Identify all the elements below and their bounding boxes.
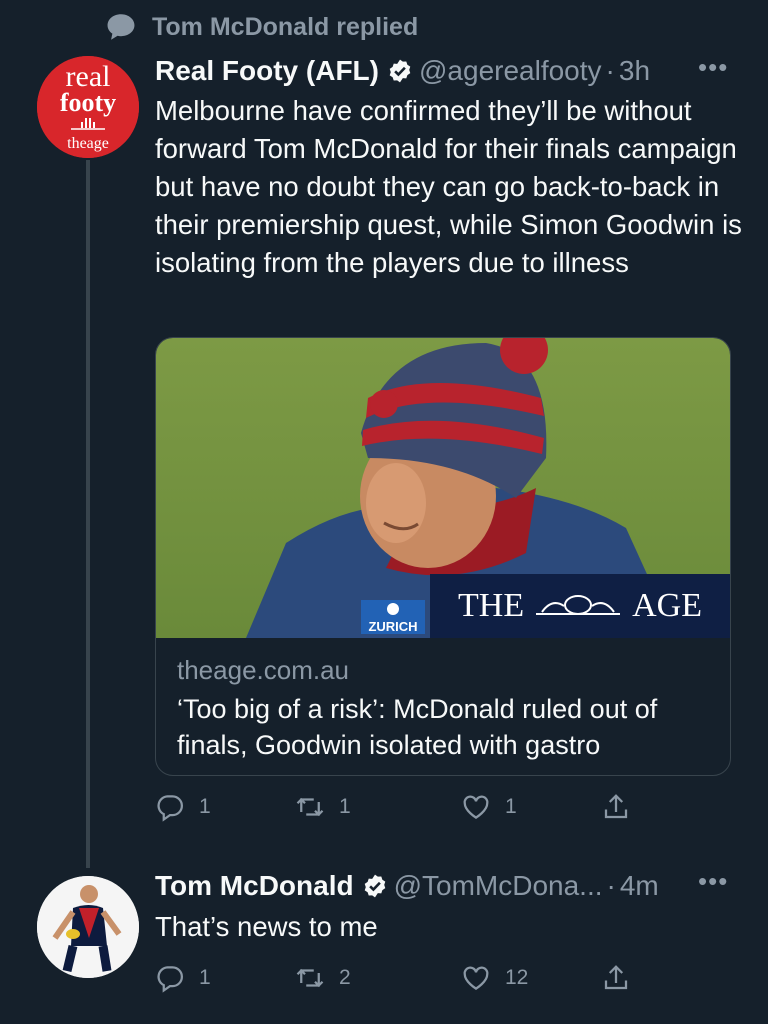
replied-header: Tom McDonald replied <box>104 10 418 44</box>
the-age-right: AGE <box>632 587 702 624</box>
like-button[interactable]: 12 <box>461 963 601 993</box>
reply-button[interactable]: 1 <box>155 792 295 822</box>
reply-button[interactable]: 1 <box>155 963 295 993</box>
separator-dot: · <box>605 55 615 86</box>
retweet-count: 2 <box>339 966 351 989</box>
tweet2-text: That’s news to me <box>155 911 378 942</box>
share-icon <box>604 965 628 990</box>
heart-icon <box>463 795 489 819</box>
reply-count: 1 <box>199 795 211 818</box>
author-handle[interactable]: @TomMcDona... <box>394 870 603 902</box>
share-button[interactable] <box>601 963 645 993</box>
author-name[interactable]: Tom McDonald <box>155 870 354 902</box>
tweet2-header: Tom McDonald @TomMcDona... · 4m <box>155 866 659 906</box>
tweet2-actions: 1 2 12 <box>155 958 645 998</box>
retweet-icon <box>296 968 324 988</box>
share-button[interactable] <box>601 792 645 822</box>
author-name[interactable]: Real Footy (AFL) <box>155 55 379 87</box>
tweet-timestamp[interactable]: 4m <box>620 870 659 902</box>
tom-mcdonald-avatar[interactable] <box>37 876 139 978</box>
more-options-icon[interactable]: ••• <box>698 866 728 897</box>
retweet-button[interactable]: 1 <box>295 792 461 822</box>
crest-icon <box>536 595 621 615</box>
reply-icon <box>157 795 183 822</box>
like-button[interactable]: 1 <box>461 792 601 822</box>
replied-label: Tom McDonald replied <box>152 12 419 41</box>
heart-icon <box>463 966 489 990</box>
retweet-count: 1 <box>339 795 351 818</box>
link-preview-card[interactable]: ZURICH THE AGE theage.com.au ‘Too big of… <box>155 337 731 776</box>
like-count: 12 <box>505 966 529 989</box>
tweet1-actions: 1 1 1 <box>155 787 645 827</box>
svg-text:ZURICH: ZURICH <box>368 619 417 634</box>
verified-badge-icon <box>389 59 411 83</box>
retweet-button[interactable]: 2 <box>295 963 461 993</box>
svg-text:theage: theage <box>67 135 109 152</box>
retweet-icon <box>296 797 324 817</box>
speech-bubble-icon <box>107 14 135 40</box>
card-domain: theage.com.au <box>177 655 350 685</box>
separator-dot: · <box>606 870 616 901</box>
more-options-icon[interactable]: ••• <box>698 52 728 83</box>
tweet1-text: Melbourne have confirmed they’ll be with… <box>155 95 742 278</box>
svg-text:footy: footy <box>60 88 116 117</box>
author-handle[interactable]: @agerealfooty <box>419 55 602 87</box>
article-image: ZURICH THE AGE <box>156 338 730 638</box>
share-icon <box>604 794 628 819</box>
thread-connector-line <box>86 160 90 868</box>
reply-count: 1 <box>199 966 211 989</box>
the-age-logo: THE AGE <box>430 574 730 638</box>
player-photo <box>37 876 139 978</box>
verified-badge-icon <box>364 874 385 898</box>
the-age-left: THE <box>458 587 525 624</box>
reply-icon <box>157 966 183 993</box>
like-count: 1 <box>505 795 517 818</box>
card-title: ‘Too big of a risk’: McDonald ruled out … <box>177 694 658 760</box>
tweet1-header: Real Footy (AFL) @agerealfooty · 3h <box>155 52 650 90</box>
tweet-timestamp[interactable]: 3h <box>619 55 650 87</box>
real-footy-logo: real footy theage <box>37 56 139 158</box>
real-footy-avatar[interactable]: real footy theage <box>37 56 139 158</box>
